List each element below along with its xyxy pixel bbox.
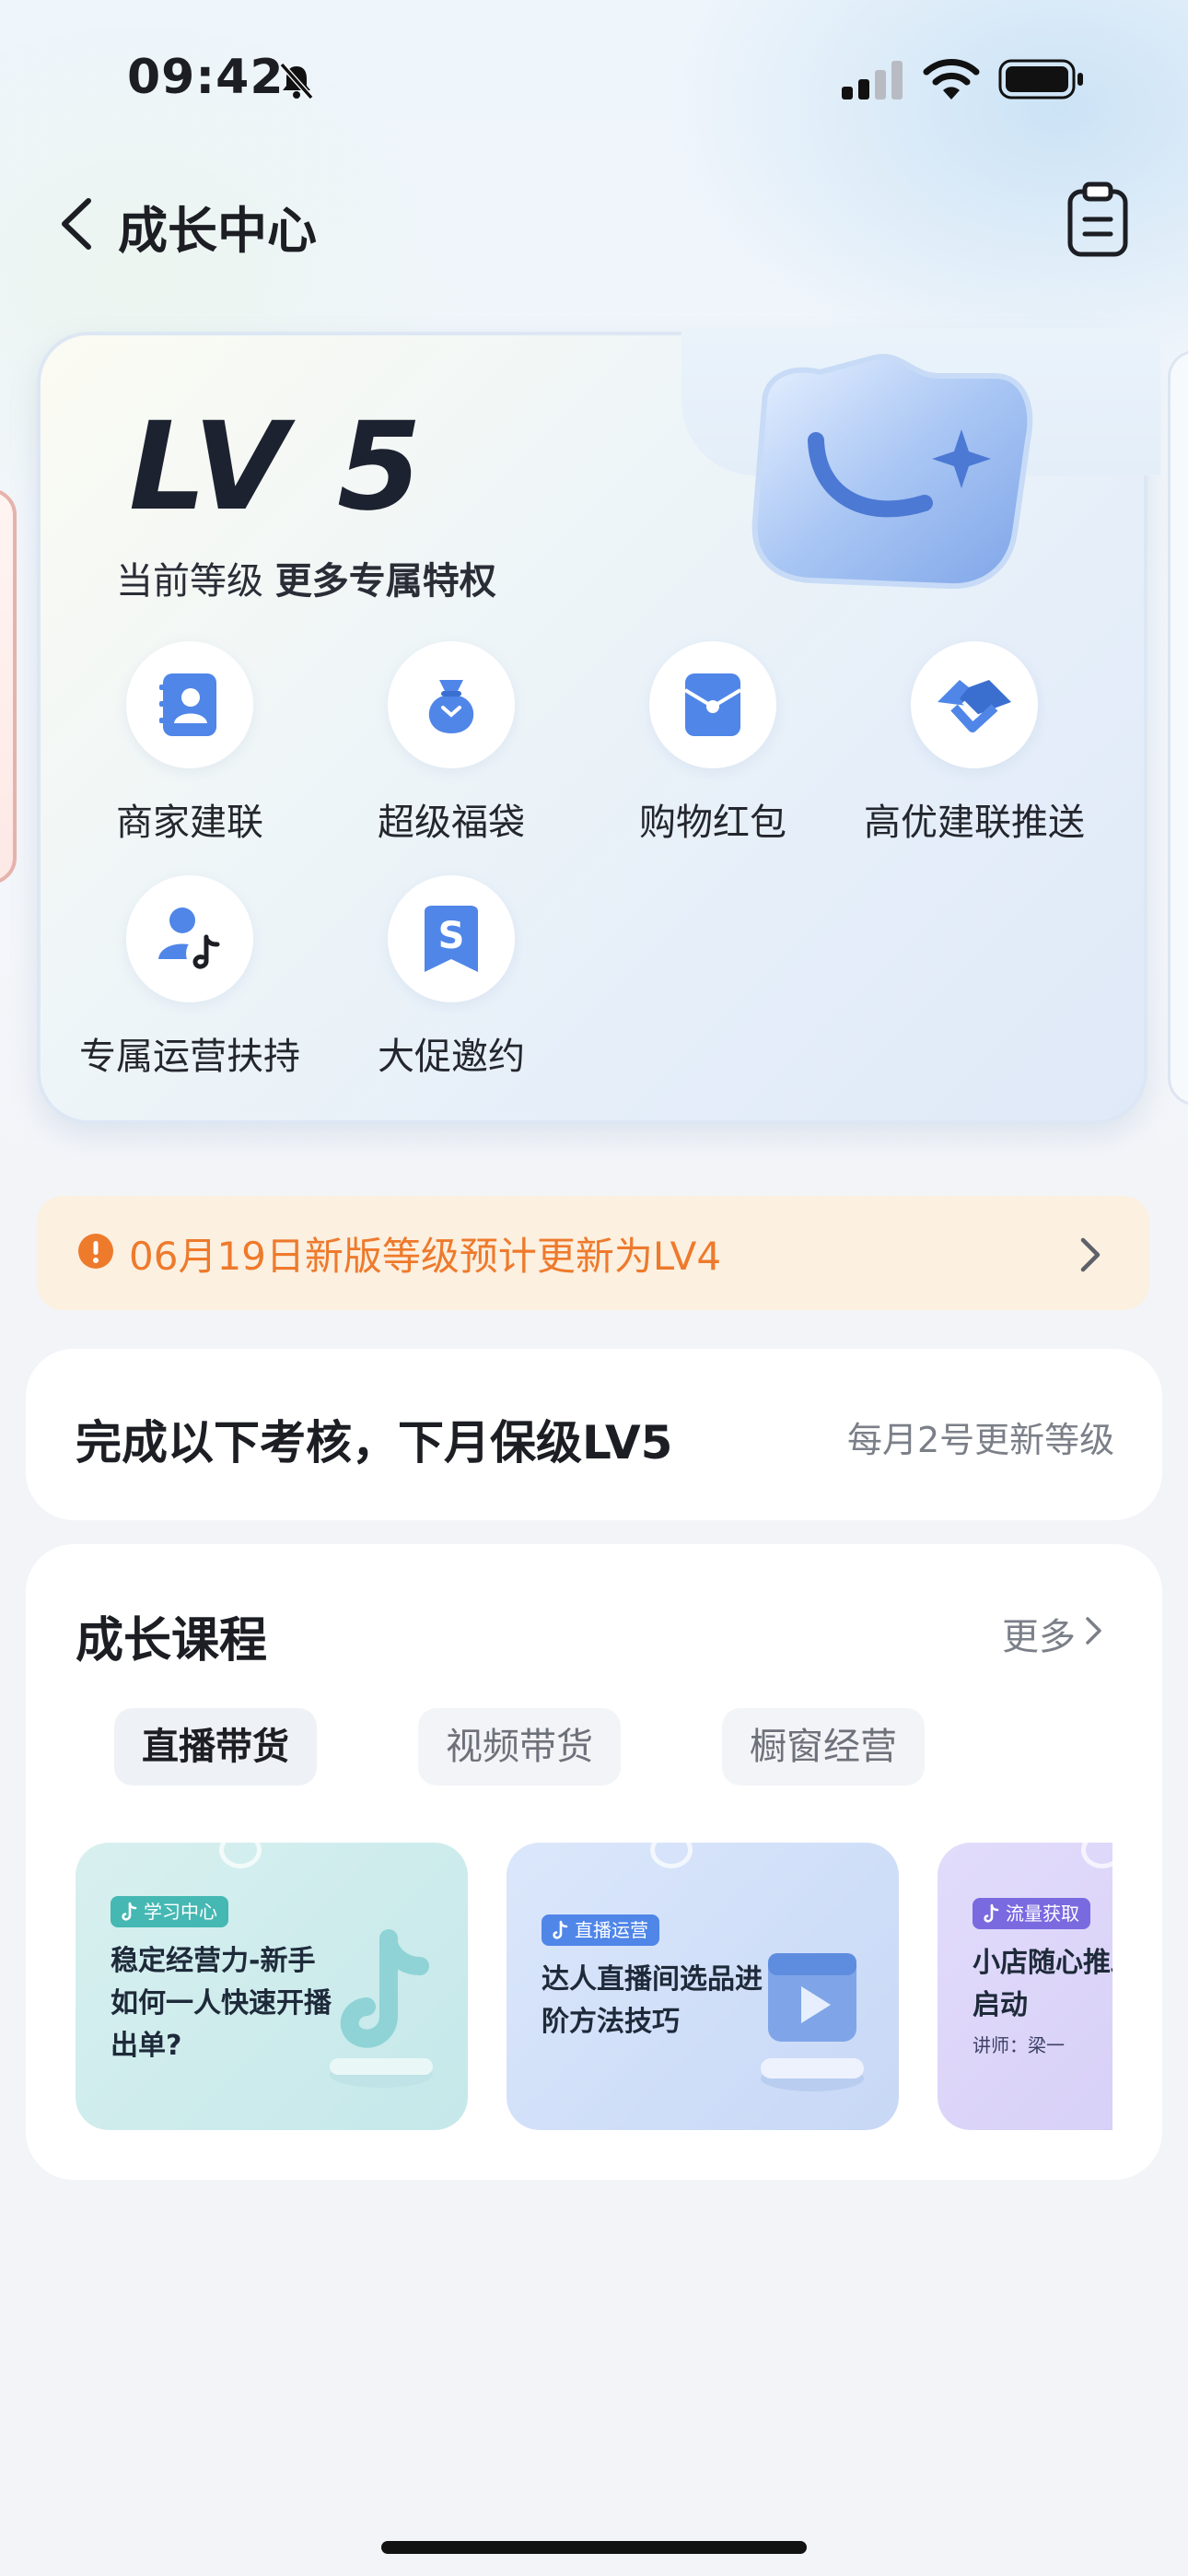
tab-video-commerce[interactable]: 视频带货 (418, 1708, 621, 1786)
course-tag: 学习中心 (111, 1896, 228, 1927)
card-hook (650, 1843, 693, 1868)
privilege-promo-invitation[interactable]: S 大促邀约 (313, 875, 589, 1080)
tiktok-icon (984, 1903, 999, 1923)
course-tag-label: 直播运营 (575, 1919, 648, 1941)
tab-live-commerce[interactable]: 直播带货 (114, 1708, 317, 1786)
course-card[interactable]: 直播运营 达人直播间选品进阶方法技巧 (507, 1843, 899, 2130)
privilege-label: 超级福袋 (378, 802, 525, 844)
course-tag: 直播运营 (542, 1914, 659, 1946)
level-mascot-icon (751, 354, 1033, 590)
course-title: 达人直播间选品进阶方法技巧 (542, 1963, 763, 2038)
course-card[interactable]: 学习中心 稳定经营力-新手如何一人快速开播出单? (76, 1843, 468, 2130)
course-tag-label: 流量获取 (1006, 1903, 1079, 1925)
prev-level-card-peek[interactable] (0, 488, 17, 884)
level-subtitle-bold: 更多专属特权 (274, 560, 496, 603)
tiktok-3d-icon (330, 1929, 433, 2088)
privilege-label: 高优建联推送 (864, 802, 1085, 844)
chevron-right-icon (1080, 1237, 1101, 1272)
privilege-merchant-contact[interactable]: 商家建联 (52, 641, 328, 846)
handshake-icon (911, 641, 1038, 768)
privilege-label: 商家建联 (116, 802, 263, 844)
cellular-signal-icon (842, 61, 903, 100)
page-title: 成长中心 (118, 202, 317, 260)
course-card[interactable]: 流量获取 小店随心推助直播间冷启动 讲师：梁一 (938, 1843, 1112, 2130)
video-play-3d-icon (761, 1953, 864, 2091)
privilege-shopping-red-envelope[interactable]: 购物红包 (575, 641, 851, 846)
tab-showcase-operation[interactable]: 橱窗经营 (722, 1708, 925, 1786)
svg-text:S: S (438, 915, 465, 957)
next-level-card-peek[interactable] (1168, 350, 1188, 1106)
promo-invite-icon: S (388, 875, 515, 1002)
tiktok-icon (553, 1920, 568, 1939)
level-subtitle-prefix: 当前等级 (116, 560, 263, 603)
more-courses-link[interactable]: 更多 (1002, 1607, 1076, 1660)
course-tag: 流量获取 (973, 1898, 1090, 1929)
bell-muted-icon (279, 63, 314, 100)
contact-book-icon (126, 641, 253, 768)
wifi-icon (923, 59, 980, 100)
red-envelope-icon (649, 641, 776, 768)
course-lecturer: 讲师：梁一 (973, 2034, 1065, 2056)
assessment-title: 完成以下考核，下月保级LV5 (76, 1416, 673, 1469)
back-chevron-icon[interactable] (55, 195, 98, 252)
lucky-bag-icon (388, 641, 515, 768)
privilege-super-lucky-bag[interactable]: 超级福袋 (313, 641, 589, 846)
courses-title: 成长课程 (76, 1613, 268, 1669)
tiktok-icon (122, 1902, 137, 1921)
privilege-dedicated-operator[interactable]: 专属运营扶持 (52, 875, 328, 1080)
privilege-priority-contact-push[interactable]: 高优建联推送 (836, 641, 1112, 846)
assessment-update-note: 每月2号更新等级 (847, 1420, 1115, 1460)
course-title: 小店随心推助直播间冷启动 (973, 1947, 1112, 2021)
privilege-label: 购物红包 (639, 802, 786, 844)
home-indicator[interactable] (381, 2541, 807, 2554)
chevron-right-icon[interactable] (1083, 1614, 1105, 1647)
warning-icon (78, 1234, 113, 1269)
course-tag-label: 学习中心 (144, 1901, 217, 1923)
course-title: 稳定经营力-新手如何一人快速开播出单? (111, 1945, 332, 2062)
level-subtitle: 当前等级 更多专属特权 (116, 551, 496, 604)
notice-text: 06月19日新版等级预计更新为LV4 (129, 1234, 722, 1279)
level-badge: LV 5 (129, 396, 425, 538)
operator-support-icon (126, 875, 253, 1002)
privilege-label: 大促邀约 (378, 1036, 525, 1078)
clipboard-icon[interactable] (1065, 181, 1131, 258)
card-hook (219, 1843, 262, 1868)
status-time: 09:42 (127, 50, 285, 105)
battery-icon (998, 59, 1083, 100)
card-hook (1081, 1843, 1112, 1868)
course-carousel: 学习中心 稳定经营力-新手如何一人快速开播出单? 直播运营 达人直播间选品进阶方… (76, 1843, 1112, 2130)
privilege-label: 专属运营扶持 (79, 1036, 300, 1078)
